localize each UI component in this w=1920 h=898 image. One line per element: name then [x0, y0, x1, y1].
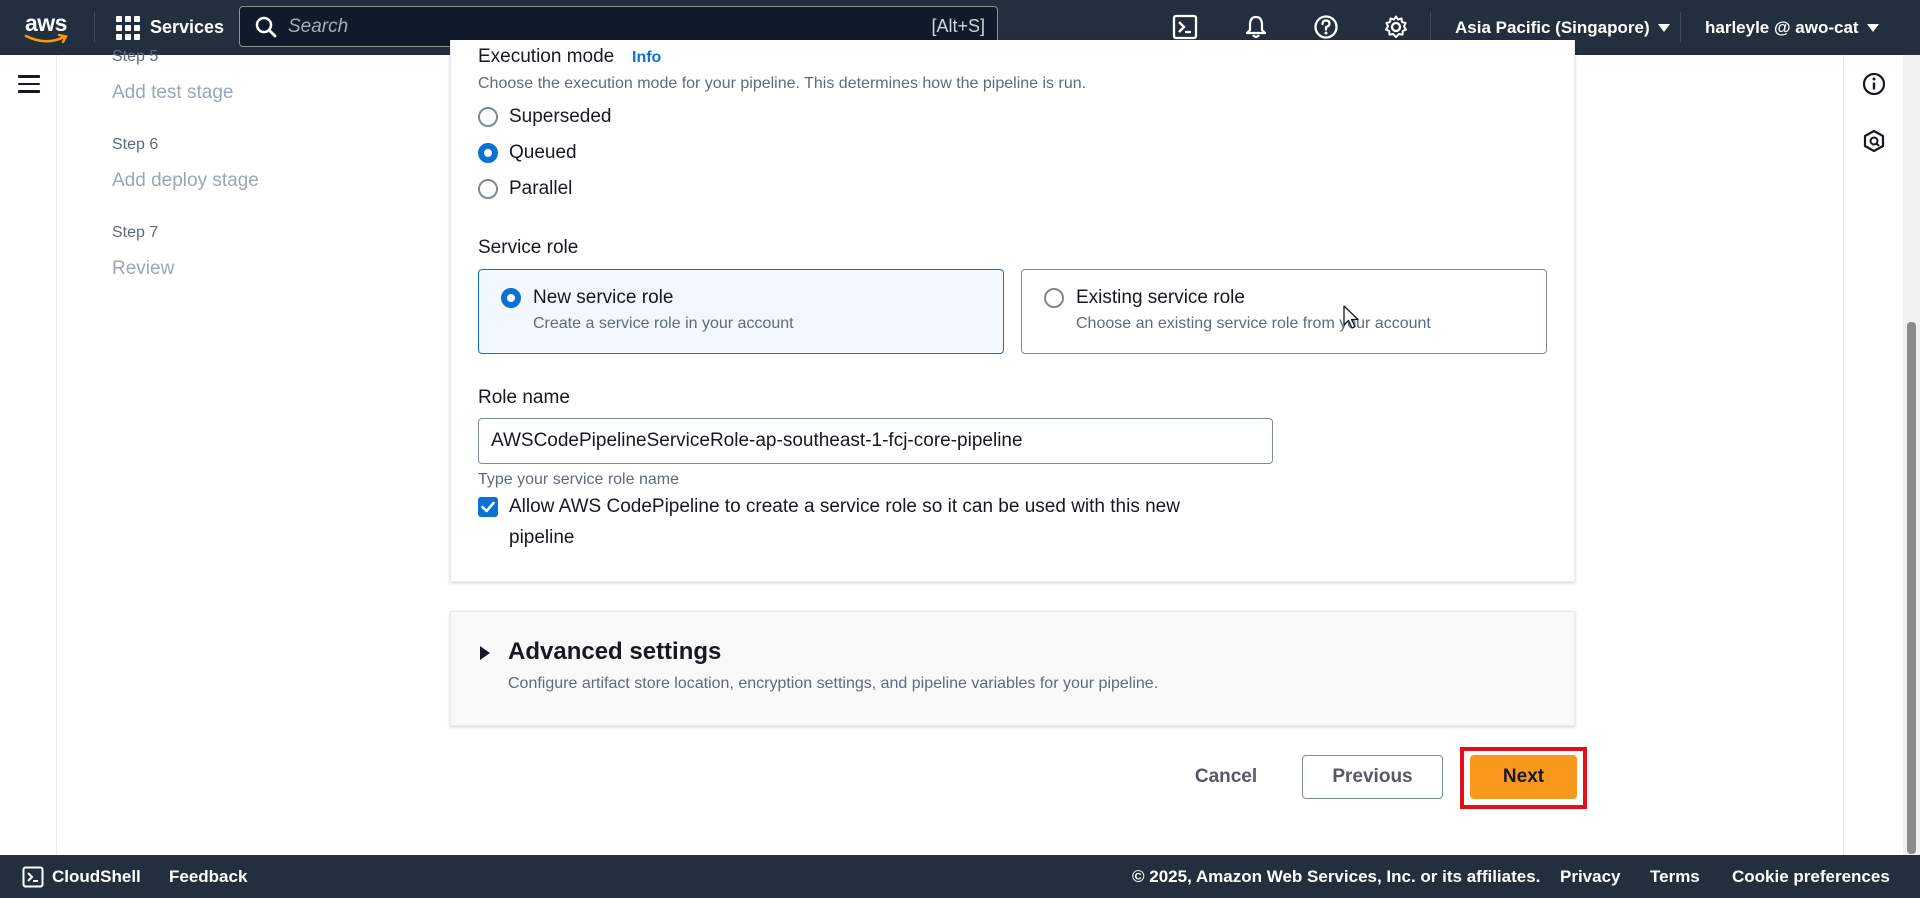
radio-queued[interactable]	[478, 143, 498, 163]
footer-terms-link[interactable]: Terms	[1650, 855, 1700, 898]
advanced-settings-description: Configure artifact store location, encry…	[508, 675, 1159, 692]
role-name-input[interactable]	[478, 418, 1273, 464]
left-side-navigation	[0, 55, 57, 855]
caret-down-icon	[1866, 23, 1879, 32]
services-label: Services	[150, 17, 225, 37]
notifications-bell-icon[interactable]	[1243, 14, 1269, 40]
footer-privacy-link[interactable]: Privacy	[1560, 855, 1621, 898]
mouse-cursor-icon	[1343, 305, 1359, 329]
footer-copyright: © 2025, Amazon Web Services, Inc. or its…	[1132, 866, 1541, 886]
existing-service-role-title: Existing service role	[1076, 287, 1245, 308]
allow-create-role-label-cont: pipeline	[509, 527, 575, 548]
new-service-role-title: New service role	[533, 287, 674, 308]
account-menu[interactable]: harleyle @ awo-cat	[1705, 0, 1879, 55]
cancel-button[interactable]: Cancel	[1176, 755, 1276, 799]
search-shortcut: [Alt+S]	[931, 16, 985, 36]
footer-feedback-link[interactable]: Feedback	[169, 855, 247, 898]
info-circle-icon[interactable]	[1862, 72, 1886, 96]
execution-mode-description: Choose the execution mode for your pipel…	[478, 75, 1087, 92]
search-icon	[255, 16, 277, 38]
aws-smile-icon	[24, 33, 68, 44]
next-button-highlight	[1460, 747, 1587, 809]
menu-hamburger-icon[interactable]	[18, 75, 40, 98]
execution-mode-heading: Execution mode	[478, 46, 615, 67]
radio-parallel[interactable]	[478, 179, 498, 199]
help-icon[interactable]	[1313, 14, 1339, 40]
resources-hexagon-icon[interactable]	[1862, 129, 1886, 153]
info-link[interactable]: Info	[632, 49, 661, 67]
region-label: Asia Pacific (Singapore)	[1455, 17, 1650, 37]
account-label: harleyle @ awo-cat	[1705, 17, 1859, 37]
previous-button[interactable]: Previous	[1302, 755, 1443, 799]
caret-down-icon	[1657, 23, 1670, 32]
footer-cookie-preferences-link[interactable]: Cookie preferences	[1732, 855, 1890, 898]
step-label: Add test stage	[112, 82, 234, 103]
settings-gear-icon[interactable]	[1383, 14, 1409, 40]
radio-existing-service-role[interactable]	[1044, 288, 1064, 308]
nav-divider	[1430, 12, 1431, 42]
step-label: Review	[112, 258, 175, 279]
checkmark-icon	[481, 501, 495, 513]
service-role-label: Service role	[478, 237, 579, 258]
existing-service-role-description: Choose an existing service role from you…	[1076, 315, 1431, 332]
role-name-hint: Type your service role name	[478, 471, 679, 488]
scrollbar-thumb[interactable]	[1907, 322, 1916, 854]
radio-label-queued: Queued	[509, 142, 577, 163]
radio-superseded[interactable]	[478, 107, 498, 127]
step-number: Step 7	[112, 224, 159, 241]
nav-divider	[1680, 12, 1681, 42]
step-label: Add deploy stage	[112, 170, 259, 191]
new-service-role-tile[interactable]	[478, 269, 1004, 354]
radio-new-service-role[interactable]	[501, 288, 521, 308]
role-name-label: Role name	[478, 387, 570, 408]
allow-create-role-label: Allow AWS CodePipeline to create a servi…	[509, 496, 1180, 517]
nav-divider	[94, 12, 95, 42]
footer-cloudshell-button[interactable]: CloudShell	[22, 855, 141, 898]
right-side-panel-rail	[1843, 55, 1903, 855]
aws-logo[interactable]: aws	[22, 10, 72, 44]
advanced-settings-section[interactable]	[450, 611, 1575, 726]
footer-cloudshell-label: CloudShell	[52, 866, 141, 886]
footer-bar: CloudShell Feedback © 2025, Amazon Web S…	[0, 855, 1920, 898]
radio-label-superseded: Superseded	[509, 106, 612, 127]
step-number: Step 6	[112, 136, 159, 153]
step-number: Step 5	[112, 48, 159, 65]
advanced-settings-title[interactable]: Advanced settings	[508, 638, 721, 666]
radio-label-parallel: Parallel	[509, 178, 573, 199]
allow-create-role-checkbox[interactable]	[478, 497, 498, 517]
services-grid-icon	[116, 15, 140, 40]
expand-caret-right-icon[interactable]	[479, 645, 491, 661]
cloudshell-icon	[22, 866, 44, 887]
cloudshell-icon[interactable]	[1172, 14, 1198, 40]
new-service-role-description: Create a service role in your account	[533, 315, 794, 332]
existing-service-role-tile[interactable]	[1021, 269, 1547, 354]
services-menu-button[interactable]: Services	[116, 0, 224, 55]
